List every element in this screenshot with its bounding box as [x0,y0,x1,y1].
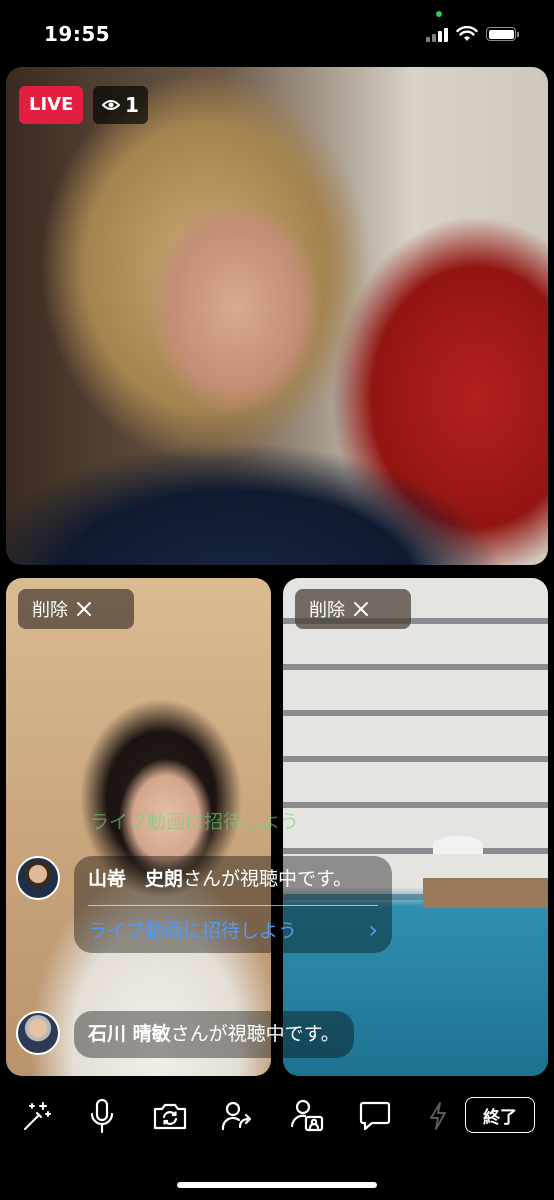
guest-video-2 [283,578,548,1076]
flash-icon[interactable] [418,1096,458,1136]
viewer-count: 1 [125,93,139,117]
comment-message: さんが視聴中です。 [183,868,353,890]
guest-icon[interactable] [287,1096,327,1136]
camera-indicator-dot [436,11,442,17]
signal-icon [426,26,448,42]
status-icons [426,24,519,44]
end-broadcast-button[interactable]: 終了 [465,1097,535,1133]
status-bar: 19:55 [0,0,554,66]
close-icon [77,602,91,616]
wifi-icon [456,26,478,41]
remove-guest-button[interactable]: 削除 [18,589,134,629]
comment-bubble: 山嵜 史朗さんが視聴中です。 ライブ動画に招待しよう › [74,856,392,953]
chevron-right-icon: › [368,915,378,944]
close-icon [354,602,368,616]
invite-link[interactable]: ライブ動画に招待しよう › [88,905,378,943]
comment-item: 山嵜 史朗さんが視聴中です。 ライブ動画に招待しよう › [16,856,392,953]
live-badge: LIVE [19,86,84,124]
avatar[interactable] [16,1011,60,1055]
viewer-name[interactable]: 山嵜 史朗 [88,868,183,890]
viewer-name[interactable]: 石川 晴敏 [88,1023,171,1045]
comment-item: 石川 晴敏さんが視聴中です。 [16,1011,354,1058]
share-user-icon[interactable] [218,1096,258,1136]
invite-text: ライブ動画に招待しよう [88,920,298,942]
home-indicator[interactable] [177,1182,377,1188]
magic-wand-icon[interactable] [16,1096,56,1136]
microphone-icon[interactable] [82,1096,122,1136]
umbrella [433,836,483,854]
eye-icon [102,100,120,110]
switch-camera-icon[interactable] [150,1096,190,1136]
viewer-count-badge[interactable]: 1 [93,86,148,124]
remove-label: 削除 [32,600,68,621]
comment-icon[interactable] [355,1096,395,1136]
pool-deck [423,878,548,908]
host-video [6,67,548,565]
comment-text: 山嵜 史朗さんが視聴中です。 [88,866,378,893]
comment-message: さんが視聴中です。 [170,1023,340,1045]
remove-label: 削除 [309,600,345,621]
remove-guest-button[interactable]: 削除 [295,589,411,629]
comment-bubble: 石川 晴敏さんが視聴中です。 [74,1011,354,1058]
battery-icon [486,27,519,41]
faded-invite-text: ライブ動画に招待しよう [90,811,300,833]
avatar[interactable] [16,856,60,900]
comment-text: 石川 晴敏さんが視聴中です。 [88,1021,340,1048]
status-time: 19:55 [44,22,111,46]
